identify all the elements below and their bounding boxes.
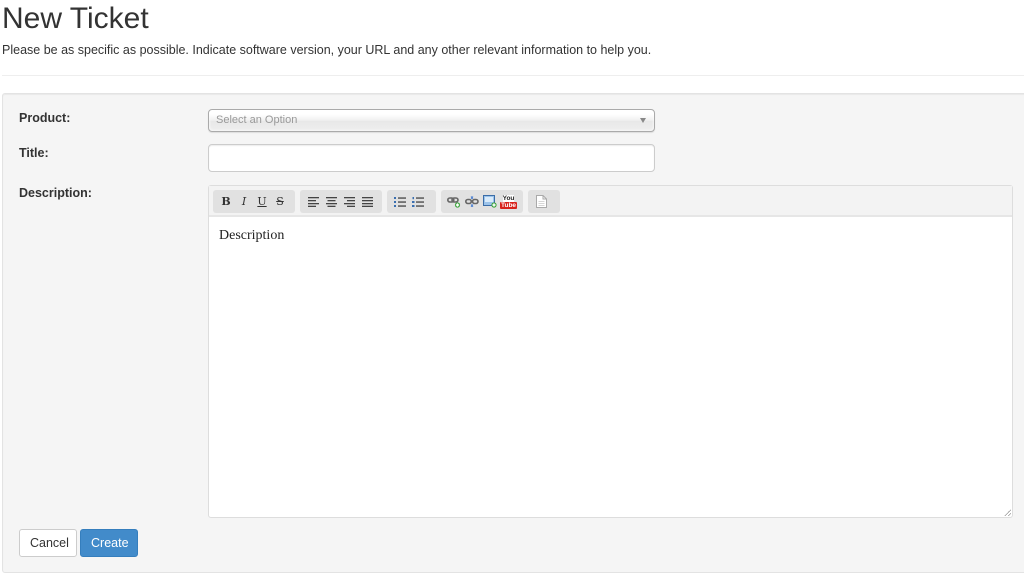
align-left-icon[interactable] xyxy=(306,195,320,209)
title-input[interactable] xyxy=(208,144,655,172)
view-source-icon[interactable] xyxy=(534,195,548,209)
bulleted-list-icon[interactable] xyxy=(393,195,407,209)
editor-toolbar: B I U S You Tube xyxy=(209,186,1012,217)
description-label: Description: xyxy=(19,186,92,200)
product-select[interactable]: Select an Option xyxy=(208,109,655,132)
numbered-list-icon[interactable] xyxy=(411,195,425,209)
description-editor: B I U S You Tube Description xyxy=(208,185,1013,518)
cancel-button[interactable]: Cancel xyxy=(19,529,77,557)
align-right-icon[interactable] xyxy=(342,195,356,209)
remove-link-icon[interactable] xyxy=(465,195,479,209)
product-label: Product: xyxy=(19,111,71,125)
page-title: New Ticket xyxy=(2,2,149,35)
strikethrough-icon[interactable]: S xyxy=(273,195,287,209)
toolbar-group-text-style: B I U S xyxy=(213,190,295,213)
align-justify-icon[interactable] xyxy=(360,195,374,209)
create-button[interactable]: Create xyxy=(80,529,138,557)
toolbar-group-source xyxy=(528,190,560,213)
insert-link-icon[interactable] xyxy=(447,195,461,209)
italic-icon[interactable]: I xyxy=(237,195,251,209)
bold-icon[interactable]: B xyxy=(219,195,233,209)
page-subtitle: Please be as specific as possible. Indic… xyxy=(2,43,652,57)
header-divider xyxy=(2,75,1024,76)
new-ticket-form: Product: Select an Option Title: Descrip… xyxy=(2,93,1024,573)
toolbar-group-alignment xyxy=(300,190,382,213)
underline-icon[interactable]: U xyxy=(255,195,269,209)
title-label: Title: xyxy=(19,146,49,160)
insert-image-icon[interactable] xyxy=(483,195,497,209)
product-select-placeholder: Select an Option xyxy=(216,114,298,126)
toolbar-group-lists xyxy=(387,190,436,213)
chevron-down-icon xyxy=(640,118,646,123)
description-textarea[interactable]: Description xyxy=(209,217,1012,515)
align-center-icon[interactable] xyxy=(324,195,338,209)
toolbar-group-insert: You Tube xyxy=(441,190,523,213)
resize-handle[interactable] xyxy=(1004,509,1011,516)
youtube-icon[interactable]: You Tube xyxy=(499,194,518,209)
